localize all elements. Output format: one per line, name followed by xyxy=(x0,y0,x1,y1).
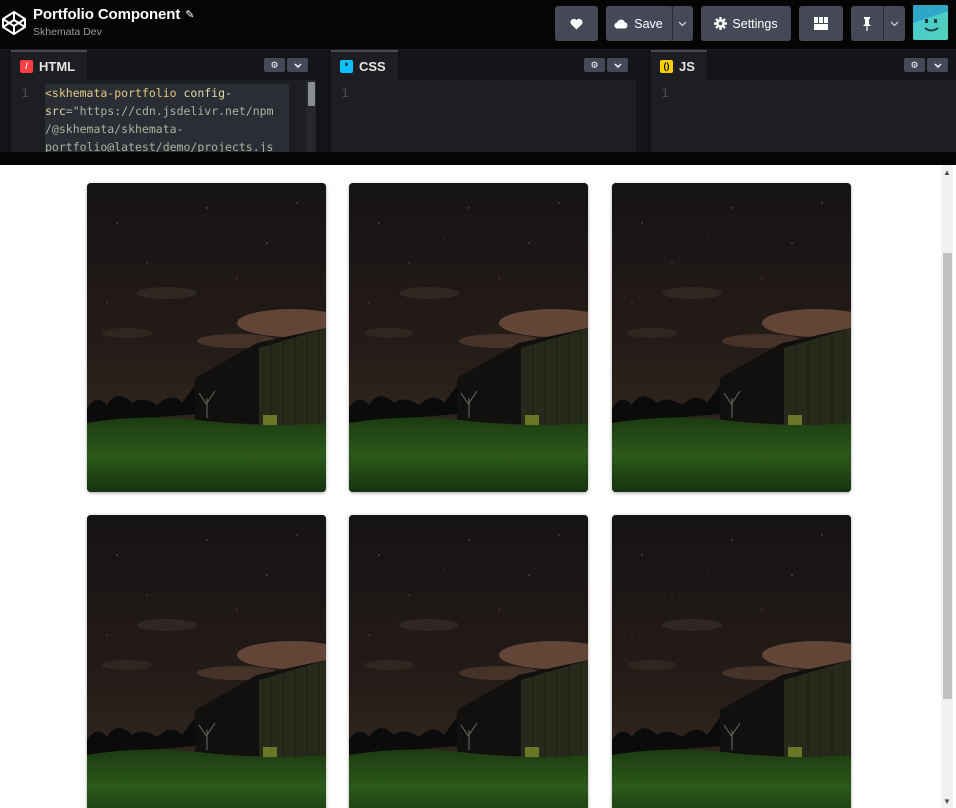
css-code-area[interactable]: 1 xyxy=(331,80,636,152)
gear-icon: ⚙ xyxy=(910,59,919,70)
code-line: /@skhemata/skhemata- xyxy=(45,120,289,138)
gear-icon: ⚙ xyxy=(590,59,599,70)
code-token: = xyxy=(65,104,73,118)
scrollbar-thumb[interactable] xyxy=(943,253,952,699)
heart-icon xyxy=(570,18,583,29)
avatar-face-icon xyxy=(913,5,948,32)
code-line: <skhemata-portfolio config- xyxy=(45,84,289,102)
html-icon: / xyxy=(20,59,33,73)
love-button[interactable] xyxy=(555,6,598,41)
save-label: Save xyxy=(634,16,663,31)
portfolio-card-2[interactable] xyxy=(349,183,588,492)
portfolio-image xyxy=(612,183,851,492)
scroll-up-arrow-icon[interactable]: ▲ xyxy=(941,165,953,179)
divider xyxy=(672,6,673,41)
pin-icon xyxy=(863,16,871,31)
css-tab-bar: * CSS ⚙ xyxy=(331,50,636,80)
top-header: Portfolio Component ✎ Skhemata Dev Save xyxy=(0,0,956,50)
js-settings-button[interactable]: ⚙ xyxy=(904,58,925,72)
html-editor: / HTML ⚙ 1 <skhemata-portfolio config- s… xyxy=(11,50,316,152)
code-token: /@skhemata/skhemata- xyxy=(45,122,184,136)
tab-css-label: CSS xyxy=(359,58,386,74)
editor-resizer[interactable] xyxy=(636,50,651,152)
code-line: portfolio@latest/demo/projects.js xyxy=(45,138,289,152)
js-editor: () JS ⚙ 1 xyxy=(651,50,956,152)
css-editor: * CSS ⚙ 1 xyxy=(331,50,636,152)
scrollbar-thumb[interactable] xyxy=(308,82,315,106)
layout-grid-icon xyxy=(814,17,828,30)
editor-resizer[interactable] xyxy=(316,50,331,152)
portfolio-card-5[interactable] xyxy=(349,515,588,808)
scroll-down-arrow-icon[interactable]: ▼ xyxy=(941,794,953,808)
portfolio-image xyxy=(612,515,851,808)
code-token: portfolio@latest/demo/projects.js xyxy=(45,140,274,152)
change-view-button[interactable] xyxy=(799,6,843,41)
chevron-down-icon xyxy=(890,21,898,26)
editor-area: / HTML ⚙ 1 <skhemata-portfolio config- s… xyxy=(0,50,956,152)
portfolio-image xyxy=(87,515,326,808)
chevron-down-icon xyxy=(678,21,687,26)
portfolio-card-4[interactable] xyxy=(87,515,326,808)
portfolio-image xyxy=(349,515,588,808)
css-collapse-button[interactable] xyxy=(607,58,628,72)
save-button[interactable]: Save xyxy=(606,6,673,41)
html-settings-button[interactable]: ⚙ xyxy=(264,58,285,72)
tab-js[interactable]: () JS xyxy=(651,50,707,80)
save-dropdown-button[interactable] xyxy=(672,6,693,41)
pen-author[interactable]: Skhemata Dev xyxy=(33,26,194,38)
html-tab-bar: / HTML ⚙ xyxy=(11,50,316,80)
pin-button[interactable] xyxy=(851,6,883,41)
code-line: src="https://cdn.jsdelivr.net/npm xyxy=(45,102,289,120)
portfolio-card-3[interactable] xyxy=(612,183,851,492)
pen-title[interactable]: Portfolio Component xyxy=(33,6,180,23)
user-avatar[interactable] xyxy=(913,5,948,40)
html-code[interactable]: <skhemata-portfolio config- src="https:/… xyxy=(45,84,289,152)
line-number: 1 xyxy=(21,86,29,100)
js-icon: () xyxy=(660,59,673,73)
css-settings-button[interactable]: ⚙ xyxy=(584,58,605,72)
codepen-logo-icon[interactable] xyxy=(1,9,27,37)
preview-scrollbar[interactable]: ▲ ▼ xyxy=(941,165,953,808)
gear-icon xyxy=(714,17,728,30)
chevron-down-icon xyxy=(294,63,301,68)
edit-pencil-icon[interactable]: ✎ xyxy=(185,8,194,21)
tab-html-label: HTML xyxy=(39,58,76,74)
settings-label: Settings xyxy=(732,16,778,31)
code-token: "https://cdn.jsdelivr.net/npm xyxy=(72,104,274,118)
line-number: 1 xyxy=(661,86,669,100)
code-token: config- xyxy=(176,86,232,100)
tab-js-label: JS xyxy=(679,58,695,74)
pen-title-block: Portfolio Component ✎ Skhemata Dev xyxy=(33,6,194,38)
pin-dropdown-button[interactable] xyxy=(883,6,905,41)
portfolio-image xyxy=(87,183,326,492)
js-tab-bar: () JS ⚙ xyxy=(651,50,956,80)
portfolio-image xyxy=(349,183,588,492)
result-preview: ▲ ▼ xyxy=(0,165,956,808)
code-token: src xyxy=(45,104,66,118)
divider xyxy=(883,6,884,41)
line-number: 1 xyxy=(341,86,349,100)
preview-resize-bar[interactable] xyxy=(0,152,956,165)
tab-css[interactable]: * CSS xyxy=(331,50,398,80)
chevron-down-icon xyxy=(614,63,621,68)
portfolio-card-1[interactable] xyxy=(87,183,326,492)
html-collapse-button[interactable] xyxy=(287,58,308,72)
portfolio-card-6[interactable] xyxy=(612,515,851,808)
code-token: <skhemata-portfolio xyxy=(45,86,177,100)
css-icon: * xyxy=(340,59,353,73)
js-collapse-button[interactable] xyxy=(927,58,948,72)
html-scrollbar[interactable] xyxy=(306,80,316,152)
tab-html[interactable]: / HTML xyxy=(11,50,88,80)
chevron-down-icon xyxy=(934,63,941,68)
gear-icon: ⚙ xyxy=(270,59,279,70)
js-code-area[interactable]: 1 xyxy=(651,80,956,152)
cloud-icon xyxy=(614,19,628,29)
html-code-area[interactable]: 1 <skhemata-portfolio config- src="https… xyxy=(11,80,316,152)
settings-button[interactable]: Settings xyxy=(701,6,791,41)
